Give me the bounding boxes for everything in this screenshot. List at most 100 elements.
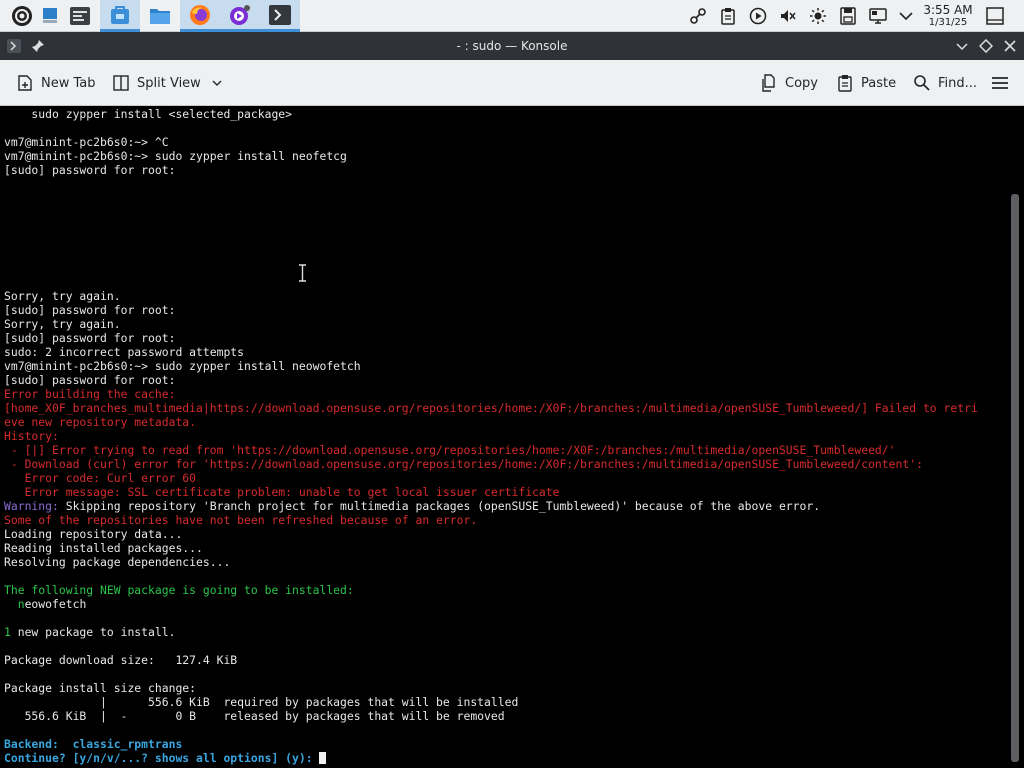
- volume-muted-icon[interactable]: [778, 6, 798, 26]
- terminal-text: sudo zypper install <selected_package>: [4, 107, 293, 121]
- tray-expand-icon[interactable]: [896, 6, 916, 26]
- terminal-text: n: [17, 597, 25, 611]
- terminal-text: new package to install.: [10, 625, 176, 639]
- clipboard-icon[interactable]: [718, 6, 738, 26]
- split-view-icon: [113, 75, 129, 91]
- software-store-icon[interactable]: [100, 0, 140, 32]
- terminal-text: Package install size change:: [4, 681, 197, 695]
- brightness-icon[interactable]: [808, 6, 828, 26]
- media-player-icon[interactable]: [220, 0, 260, 32]
- storage-icon[interactable]: [838, 6, 858, 26]
- minimize-icon[interactable]: [954, 38, 970, 54]
- terminal-text: eve new repository metadata.: [4, 415, 197, 429]
- terminal-line: vm7@minint-pc2b6s0:~> sudo zypper instal…: [4, 359, 1004, 373]
- terminal-output[interactable]: sudo zypper install <selected_package>vm…: [0, 106, 1024, 768]
- scrollbar[interactable]: [1011, 194, 1019, 762]
- desktop-icon[interactable]: [40, 0, 60, 32]
- terminal-line: Package download size: 127.4 KiB: [4, 653, 1004, 667]
- file-manager-icon[interactable]: [140, 0, 180, 32]
- terminal-line: The following NEW package is going to be…: [4, 583, 1004, 597]
- hamburger-menu-button[interactable]: [991, 72, 1016, 94]
- konsole-icon[interactable]: [260, 0, 300, 32]
- terminal-line: vm7@minint-pc2b6s0:~> sudo zypper instal…: [4, 149, 1004, 163]
- terminal-text: Sorry, try again.: [4, 317, 121, 331]
- terminal-line: 556.6 KiB | - 0 B released by packages t…: [4, 709, 1004, 723]
- show-desktop-icon[interactable]: [985, 6, 1005, 26]
- terminal-text: Skipping repository 'Branch project for …: [58, 499, 821, 513]
- clock-time: 3:55 AM: [923, 3, 973, 17]
- terminal-line: neowofetch: [4, 597, 1004, 611]
- system-monitor-icon[interactable]: [62, 0, 98, 32]
- terminal-line: History:: [4, 429, 1004, 443]
- terminal-text: Package download size: 127.4 KiB: [4, 653, 238, 667]
- terminal-line: Sorry, try again.: [4, 317, 1004, 331]
- clock[interactable]: 3:55 AM 1/31/25: [920, 3, 976, 29]
- display-icon[interactable]: [868, 6, 888, 26]
- terminal-text: vm7@minint-pc2b6s0:~> sudo zypper instal…: [4, 359, 361, 373]
- terminal-text: Reading installed packages...: [4, 541, 203, 555]
- terminal-line: | 556.6 KiB required by packages that wi…: [4, 695, 1004, 709]
- terminal-text: History:: [4, 429, 59, 443]
- terminal-line: Some of the repositories have not been r…: [4, 513, 1004, 527]
- new-tab-button[interactable]: New Tab: [16, 72, 96, 94]
- terminal-text: Some of the repositories have not been r…: [4, 513, 478, 527]
- terminal-line: Loading repository data...: [4, 527, 1004, 541]
- terminal-line: Continue? [y/n/v/...? shows all options]…: [4, 751, 1004, 765]
- application-launcher-icon[interactable]: [4, 0, 40, 32]
- terminal-lines: sudo zypper install <selected_package>vm…: [4, 107, 1004, 765]
- window-title: - : sudo — Konsole: [456, 39, 568, 53]
- terminal-line: - [|] Error trying to read from 'https:/…: [4, 443, 1004, 457]
- konsole-toolbar: New Tab Split View Copy Paste Find...: [0, 60, 1024, 106]
- paste-button[interactable]: Paste: [836, 72, 896, 94]
- find-button[interactable]: Find...: [913, 72, 977, 94]
- terminal-text: [sudo] password for root:: [4, 331, 176, 345]
- terminal-line: Resolving package dependencies...: [4, 555, 1004, 569]
- terminal-text: 556.6 KiB | - 0 B released by packages t…: [4, 709, 505, 723]
- terminal-text: sudo: 2 incorrect password attempts: [4, 345, 245, 359]
- terminal-line: vm7@minint-pc2b6s0:~> ^C: [4, 135, 1004, 149]
- window-titlebar[interactable]: - : sudo — Konsole: [0, 32, 1024, 60]
- terminal-text: - [|] Error trying to read from 'https:/…: [4, 443, 896, 457]
- maximize-icon[interactable]: [978, 38, 994, 54]
- terminal-text: vm7@minint-pc2b6s0:~> sudo zypper instal…: [4, 149, 347, 163]
- terminal-line: [home_X0F_branches_multimedia|https://do…: [4, 401, 1004, 415]
- terminal-line: Error building the cache:: [4, 387, 1004, 401]
- terminal-line: Warning: Skipping repository 'Branch pro…: [4, 499, 1004, 513]
- terminal-line: [sudo] password for root:: [4, 303, 1004, 317]
- network-icon[interactable]: [688, 6, 708, 26]
- split-view-button[interactable]: Split View: [112, 72, 223, 94]
- firefox-icon[interactable]: [180, 0, 220, 32]
- terminal-line: Error code: Curl error 60: [4, 471, 1004, 485]
- terminal-text: vm7@minint-pc2b6s0:~> ^C: [4, 135, 169, 149]
- terminal-text: Resolving package dependencies...: [4, 555, 231, 569]
- media-play-icon[interactable]: [748, 6, 768, 26]
- text-cursor-icon: [299, 264, 306, 282]
- close-icon[interactable]: [1002, 38, 1018, 54]
- terminal-text: Sorry, try again.: [4, 289, 121, 303]
- terminal-text: | 556.6 KiB required by packages that wi…: [4, 695, 519, 709]
- terminal-line: [sudo] password for root:: [4, 163, 1004, 177]
- terminal-line: - Download (curl) error for 'https://dow…: [4, 457, 1004, 471]
- terminal-text: Error code: Curl error 60: [4, 471, 197, 485]
- terminal-line: Reading installed packages...: [4, 541, 1004, 555]
- terminal-line: Sorry, try again.: [4, 289, 1004, 303]
- paste-label: Paste: [861, 75, 897, 91]
- copy-button[interactable]: Copy: [760, 72, 818, 94]
- terminal-line: sudo: 2 incorrect password attempts: [4, 345, 1004, 359]
- terminal-text: Warning:: [4, 499, 59, 513]
- copy-icon: [762, 74, 775, 92]
- terminal-text: Error building the cache:: [4, 387, 176, 401]
- copy-label: Copy: [785, 75, 818, 91]
